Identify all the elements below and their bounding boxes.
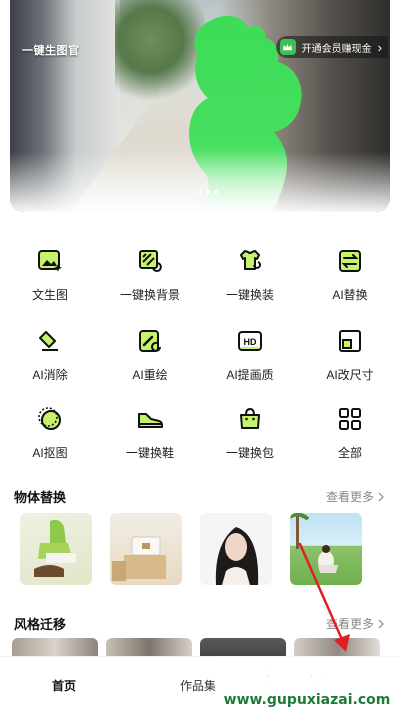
tool-label: 一键换装 <box>225 288 274 302</box>
tool-label: 一键换包 <box>225 446 274 460</box>
crown-icon <box>279 39 296 55</box>
svg-text:HD: HD <box>244 337 257 347</box>
red-arrow-annotation <box>298 542 350 652</box>
tool-ai-resize[interactable]: AI改尺寸 <box>300 328 400 383</box>
grid-all-icon <box>339 408 361 430</box>
template-card[interactable] <box>110 513 182 585</box>
tool-ai-replace[interactable]: AI替换 <box>300 248 400 303</box>
chevron-right-icon <box>378 619 384 628</box>
tab-home[interactable]: 首页 <box>52 677 76 694</box>
tab-works[interactable]: 作品集 <box>180 677 216 694</box>
tool-text-to-image[interactable]: 文生图 <box>0 248 100 303</box>
hd-icon: HD <box>238 331 262 351</box>
shoe-icon <box>138 413 163 428</box>
tool-swap-bag[interactable]: 一键换包 <box>200 406 300 461</box>
tool-label: AI改尺寸 <box>326 368 374 382</box>
bag-icon <box>240 407 260 429</box>
tool-ai-cutout[interactable]: AI抠图 <box>0 406 100 461</box>
tool-label: AI提画质 <box>226 368 274 382</box>
carousel-dot <box>198 190 202 194</box>
tool-label: 文生图 <box>31 288 68 302</box>
tool-label: 一键换背景 <box>119 288 180 302</box>
resize-icon <box>339 330 361 352</box>
section-title: 物体替换 <box>14 490 67 505</box>
tool-all[interactable]: 全部 <box>300 406 400 461</box>
template-card[interactable] <box>200 513 272 585</box>
hero-logo-text: 一键生图官 <box>22 45 80 57</box>
cutout-circle-icon <box>38 407 61 430</box>
template-thumbnail <box>215 527 259 585</box>
carousel-indicator <box>198 190 218 194</box>
chevron-right-icon: › <box>377 39 382 55</box>
template-thumbnail <box>112 536 166 581</box>
tool-label: 全部 <box>337 446 362 460</box>
image-sparkle-icon <box>38 250 62 272</box>
tool-label: AI消除 <box>32 368 68 382</box>
section-header-object-replace: 物体替换 查看更多 <box>14 487 386 506</box>
tool-swap-outfit[interactable]: 一键换装 <box>200 248 300 303</box>
tool-label: AI重绘 <box>132 368 168 382</box>
hero-fade <box>10 152 390 212</box>
tool-swap-shoes[interactable]: 一键换鞋 <box>100 406 200 461</box>
view-more-label: 查看更多 <box>325 490 374 504</box>
carousel-dot <box>214 190 218 194</box>
vip-promo-button[interactable]: 开通会员赚现金 › <box>275 36 388 58</box>
watermark-title: 谷普软件园 <box>247 661 367 689</box>
tool-label: AI抠图 <box>32 446 68 460</box>
tool-swap-background[interactable]: 一键换背景 <box>100 248 200 303</box>
tshirt-swap-icon <box>240 250 261 270</box>
chevron-right-icon <box>378 492 384 501</box>
tool-label: AI替换 <box>332 288 368 302</box>
tool-ai-redraw[interactable]: AI重绘 <box>100 328 200 383</box>
vip-promo-label: 开通会员赚现金 <box>301 43 372 55</box>
view-more-link[interactable]: 查看更多 <box>326 488 386 505</box>
section-title: 风格迁移 <box>14 617 67 632</box>
carousel-dot <box>206 190 210 194</box>
watermark-logo: 谷普软件园 www.gupuxiazai.com <box>215 656 400 712</box>
background-swap-icon <box>139 250 162 272</box>
eraser-icon <box>39 331 58 351</box>
replace-arrows-icon <box>339 250 361 272</box>
template-thumbnail <box>34 519 76 577</box>
hero-banner[interactable]: 一键生图官 开通会员赚现金 › <box>10 0 390 212</box>
tool-ai-enhance-quality[interactable]: HD AI提画质 <box>200 328 300 383</box>
template-card[interactable] <box>20 513 92 585</box>
tool-ai-erase[interactable]: AI消除 <box>0 328 100 383</box>
watermark-url: www.gupuxiazai.com <box>224 692 391 708</box>
tool-label: 一键换鞋 <box>125 446 174 460</box>
redraw-brush-icon <box>139 330 161 352</box>
